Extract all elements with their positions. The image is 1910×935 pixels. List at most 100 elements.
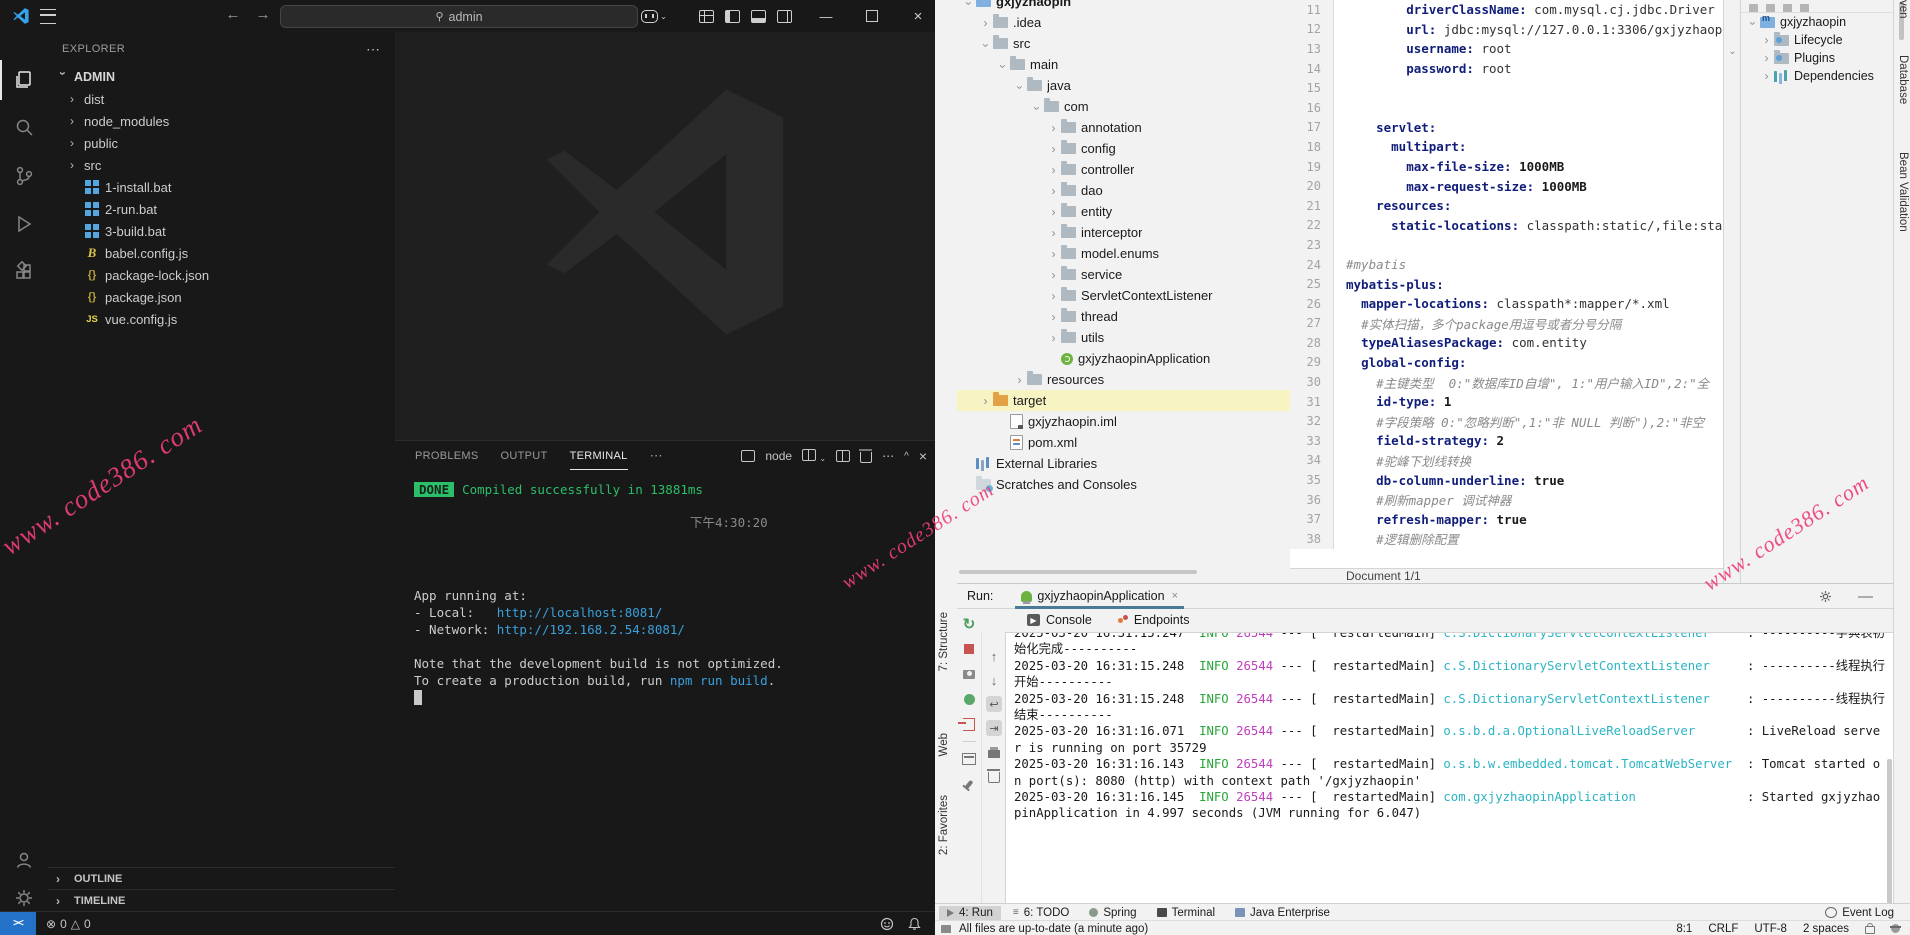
- project-tree-item[interactable]: ›controller: [957, 159, 1290, 180]
- rerun-icon[interactable]: ↻: [961, 616, 977, 632]
- project-tree-item[interactable]: ›config: [957, 138, 1290, 159]
- timeline-section[interactable]: › TIMELINE: [48, 889, 395, 912]
- code-line[interactable]: 21 resources:: [1290, 196, 1723, 216]
- clear-console-icon[interactable]: [986, 768, 1002, 784]
- project-tree-item[interactable]: ›ServletContextListener: [957, 285, 1290, 306]
- code-line[interactable]: 22 static-locations: classpath:static/,f…: [1290, 216, 1723, 236]
- project-tree-item[interactable]: ›annotation: [957, 117, 1290, 138]
- project-horizontal-scrollbar[interactable]: [957, 569, 1290, 575]
- split-terminal-icon[interactable]: [836, 450, 850, 462]
- print-icon[interactable]: [986, 744, 1002, 760]
- status-caret-position[interactable]: 8:1: [1676, 923, 1692, 935]
- explorer-file[interactable]: 2-run.bat: [48, 198, 395, 220]
- pin-icon[interactable]: [961, 776, 977, 792]
- inspections-chevron-icon[interactable]: ⌄: [1724, 46, 1741, 57]
- console-scrollbar-thumb[interactable]: [1887, 759, 1892, 903]
- lock-icon[interactable]: [1865, 926, 1875, 934]
- restart-debug-icon[interactable]: [961, 691, 977, 707]
- project-tree-item[interactable]: ›dao: [957, 180, 1290, 201]
- code-line[interactable]: 14 password: root: [1290, 59, 1723, 79]
- maven-item-plugins[interactable]: ›Plugins: [1741, 49, 1894, 67]
- scroll-to-end-icon[interactable]: ⇥: [986, 720, 1002, 736]
- panel-tabs-more-icon[interactable]: ⋯: [650, 448, 663, 464]
- code-line[interactable]: 33 field-strategy: 2: [1290, 431, 1723, 451]
- project-tree-item[interactable]: ›gxjyzhaopin: [957, 0, 1290, 12]
- remote-indicator[interactable]: ><: [0, 912, 36, 935]
- kill-terminal-icon[interactable]: [860, 452, 872, 463]
- tool-tab-javaenterprise[interactable]: Java Enterprise: [1227, 906, 1338, 920]
- stop-icon[interactable]: [961, 641, 977, 657]
- panel-tab-output[interactable]: OUTPUT: [501, 450, 548, 462]
- tool-tab-run[interactable]: 4: Run: [939, 906, 1001, 920]
- code-line[interactable]: 15: [1290, 78, 1723, 98]
- more-actions-icon[interactable]: ⋯: [882, 449, 894, 463]
- explorer-file[interactable]: babel.config.js: [48, 242, 395, 264]
- toggle-secondary-sidebar-icon[interactable]: [770, 0, 798, 32]
- hide-panel-icon[interactable]: —: [1858, 588, 1873, 605]
- maven-item-dependencies[interactable]: ›Dependencies: [1741, 67, 1894, 85]
- down-stack-icon[interactable]: ↓: [986, 672, 1002, 688]
- forward-arrow-icon[interactable]: →: [252, 6, 274, 23]
- code-line[interactable]: 23: [1290, 235, 1723, 255]
- code-line[interactable]: 34 #驼峰下划线转换: [1290, 451, 1723, 471]
- project-tree-item[interactable]: ›target: [957, 390, 1290, 411]
- launch-profile-icon[interactable]: ⌄: [802, 449, 826, 464]
- code-line[interactable]: 18 multipart:: [1290, 137, 1723, 157]
- toolbox-icon[interactable]: [941, 925, 951, 933]
- up-stack-icon[interactable]: ↑: [986, 648, 1002, 664]
- account-icon[interactable]: [0, 840, 48, 880]
- project-tree-item[interactable]: ›thread: [957, 306, 1290, 327]
- close-button[interactable]: ×: [904, 0, 932, 32]
- project-tree-item[interactable]: ›utils: [957, 327, 1290, 348]
- project-tree-item[interactable]: pom.xml: [957, 432, 1290, 453]
- explorer-file[interactable]: package.json: [48, 286, 395, 308]
- back-arrow-icon[interactable]: ←: [222, 6, 244, 23]
- code-line[interactable]: 12 url: jdbc:mysql://127.0.0.1:3306/gxjy…: [1290, 20, 1723, 40]
- code-line[interactable]: 26 mapper-locations: classpath*:mapper/*…: [1290, 294, 1723, 314]
- explorer-file[interactable]: 1-install.bat: [48, 176, 395, 198]
- code-line[interactable]: 19 max-file-size: 1000MB: [1290, 157, 1723, 177]
- code-line[interactable]: 17 servlet:: [1290, 118, 1723, 138]
- code-line[interactable]: 24#mybatis: [1290, 255, 1723, 275]
- project-tree-item[interactable]: ›com: [957, 96, 1290, 117]
- bean-validation-tool-button[interactable]: Bean Validation: [1897, 152, 1909, 232]
- maven-tool-button[interactable]: ven: [1897, 0, 1909, 19]
- explorer-file[interactable]: 3-build.bat: [48, 220, 395, 242]
- maximize-button[interactable]: [858, 0, 886, 32]
- shell-label[interactable]: node: [765, 449, 792, 463]
- status-encoding[interactable]: UTF-8: [1754, 923, 1787, 935]
- run-console[interactable]: 2025-03-20 16:31:15.247 INFO 26544 --- […: [1005, 632, 1893, 903]
- code-line[interactable]: 31 id-type: 1: [1290, 392, 1723, 412]
- panel-tab-terminal[interactable]: TERMINAL: [570, 450, 628, 470]
- maximize-panel-icon[interactable]: ^: [904, 451, 909, 462]
- minimize-button[interactable]: —: [812, 0, 840, 32]
- explorer-more-icon[interactable]: ⋯: [366, 41, 381, 58]
- code-line[interactable]: 27 #实体扫描，多个package用逗号或者分号分隔: [1290, 314, 1723, 334]
- status-indent[interactable]: 2 spaces: [1803, 923, 1849, 935]
- project-tree-item[interactable]: ›entity: [957, 201, 1290, 222]
- code-line[interactable]: 20 max-request-size: 1000MB: [1290, 176, 1723, 196]
- project-tree-item[interactable]: Scratches and Consoles: [957, 474, 1290, 495]
- extensions-icon[interactable]: [0, 252, 48, 292]
- code-line[interactable]: 13 username: root: [1290, 39, 1723, 59]
- favorites-tool-button[interactable]: 2: Favorites: [938, 795, 950, 855]
- tool-tab-todo[interactable]: ≡6: TODO: [1005, 906, 1077, 920]
- code-line[interactable]: 16: [1290, 98, 1723, 118]
- code-line[interactable]: 38 #逻辑删除配置: [1290, 529, 1723, 549]
- toggle-sidebar-icon[interactable]: [718, 0, 746, 32]
- project-tree-item[interactable]: gxjyzhaopinApplication: [957, 348, 1290, 369]
- project-tree-item[interactable]: ›interceptor: [957, 222, 1290, 243]
- notifications-bell-icon[interactable]: [908, 917, 921, 931]
- editor-scroll-strip[interactable]: ⌄: [1723, 0, 1741, 583]
- code-line[interactable]: 36 #刷新mapper 调试神器: [1290, 490, 1723, 510]
- explorer-folder[interactable]: ›dist: [48, 88, 395, 110]
- code-line[interactable]: 37 refresh-mapper: true: [1290, 509, 1723, 529]
- explorer-file[interactable]: vue.config.js: [48, 308, 395, 330]
- maven-root-node[interactable]: › gxjyzhaopin: [1741, 13, 1894, 31]
- event-log-button[interactable]: Event Log: [1825, 907, 1894, 919]
- terminal-output[interactable]: DONECompiled successfully in 13881ms 下午4…: [414, 481, 925, 908]
- code-line[interactable]: 11 driverClassName: com.mysql.cj.jdbc.Dr…: [1290, 0, 1723, 20]
- customize-layout-icon[interactable]: [692, 0, 720, 32]
- run-config-tab[interactable]: gxjyzhaopinApplication ×: [1015, 584, 1184, 608]
- project-tree-item[interactable]: ›model.enums: [957, 243, 1290, 264]
